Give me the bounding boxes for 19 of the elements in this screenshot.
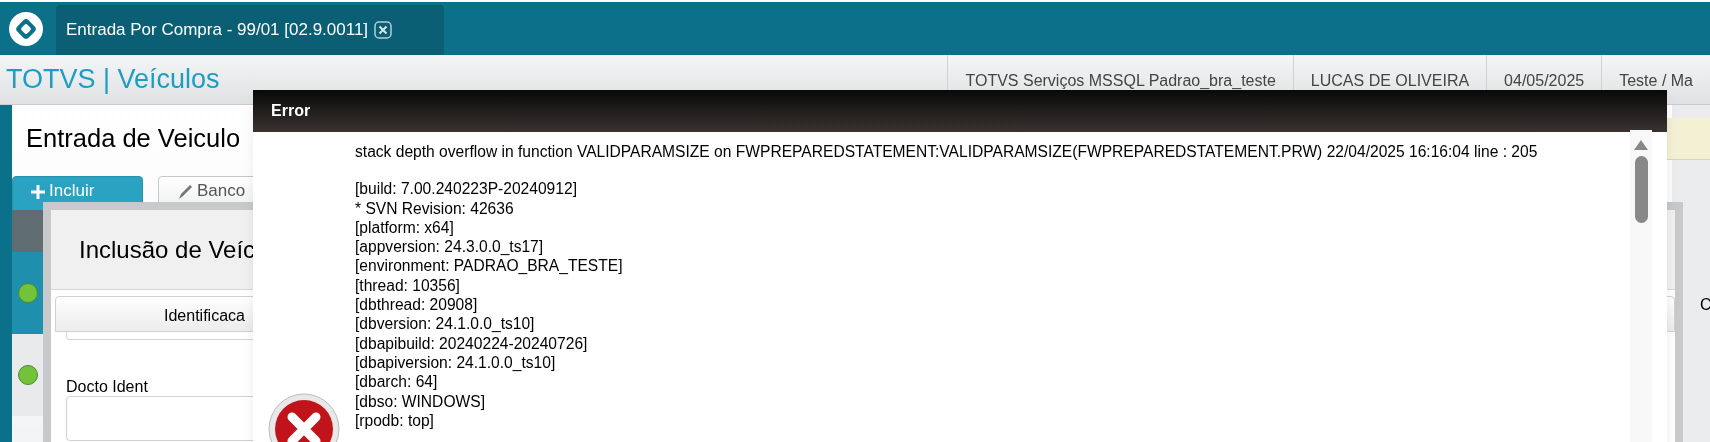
error-detail: [dbthread: 20908] [355, 295, 479, 315]
error-detail: [appversion: 24.3.0.0_ts17] [355, 237, 545, 257]
error-detail: [dbso: WINDOWS] [355, 391, 486, 411]
app-title: TOTVS | Veículos [5, 63, 220, 96]
field-label: Docto Ident [66, 377, 148, 397]
page-title: Entrada de Veiculo [26, 123, 241, 154]
error-detail: [dbapibuild: 20240224-20240726] [355, 333, 589, 353]
modal-title: Inclusão de Veíc [79, 234, 256, 265]
error-detail: [environment: PADRAO_BRA_TESTE] [355, 256, 624, 276]
error-detail: [dbarch: 64] [355, 372, 439, 392]
error-detail: [build: 7.00.240223P-20240912] [355, 179, 578, 199]
error-detail: [dbversion: 24.1.0.0_ts10] [355, 314, 536, 334]
error-detail: * SVN Revision: 42636 [355, 198, 515, 218]
error-detail: [dbapiversion: 24.1.0.0_ts10] [355, 352, 557, 373]
error-detail: [platform: x64] [355, 217, 455, 238]
error-detail: [thread: 10356] [355, 275, 461, 296]
dialog-title: Error [271, 101, 311, 121]
error-detail: [rpodb: top] [355, 410, 435, 431]
error-message: stack depth overflow in function VALIDPARAMSIZE on FWPREPAREDSTATEMENT:VALIDPARAMSIZE(FWPREPAREDSTATEMENT.PRW) 22/04/2025 16:16:04 line : 205 [355, 142, 1538, 162]
